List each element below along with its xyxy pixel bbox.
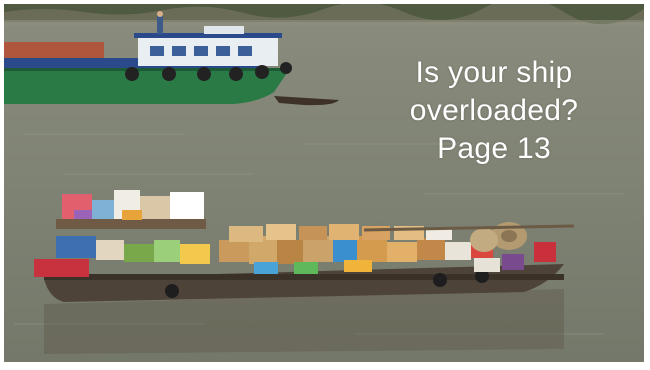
- caption-text: Is your ship overloaded? Page 13: [364, 54, 624, 168]
- caption-line-2: overloaded?: [409, 94, 579, 127]
- caption-line-1: Is your ship: [415, 56, 573, 89]
- photo-frame: Is your ship overloaded? Page 13: [4, 4, 644, 362]
- caption-line-3: Page 13: [437, 132, 551, 165]
